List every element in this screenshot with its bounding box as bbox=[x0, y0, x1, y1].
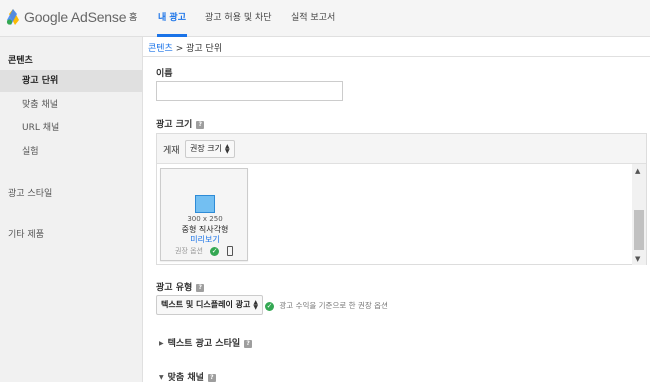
help-icon[interactable]: ? bbox=[196, 120, 205, 129]
help-icon[interactable]: ? bbox=[244, 339, 253, 348]
breadcrumb-link-content[interactable]: 콘텐츠 bbox=[148, 44, 173, 54]
text-ad-style-toggle[interactable]: ▶ 텍스트 광고 스타일? bbox=[159, 336, 253, 349]
sidebar-item-custom-channels[interactable]: 맞춤 채널 bbox=[0, 94, 143, 116]
breadcrumb-divider bbox=[143, 56, 650, 57]
tab-home[interactable]: 홈 bbox=[129, 0, 137, 37]
check-circle-icon: ✓ bbox=[210, 246, 220, 256]
name-label: 이름 bbox=[156, 69, 173, 79]
ad-size-label-text: 광고 크기 bbox=[156, 120, 193, 130]
top-navigation-bar: Google AdSense 홈 내 광고 광고 허용 및 차단 실적 보고서 bbox=[0, 0, 650, 37]
recommended-label: 권장 옵션 bbox=[175, 247, 203, 255]
tab-allow-block-ads[interactable]: 광고 허용 및 차단 bbox=[205, 0, 272, 37]
chevron-up-icon[interactable]: ▲ bbox=[635, 167, 640, 175]
placement-label: 게재 bbox=[163, 146, 180, 156]
preview-link[interactable]: 미리보기 bbox=[161, 234, 249, 245]
ad-size-scrollbar[interactable]: ▲ ▼ bbox=[632, 164, 646, 265]
ad-type-select[interactable]: 텍스트 및 디스플레이 광고 ▲ ▼ bbox=[156, 295, 263, 315]
help-icon[interactable]: ? bbox=[196, 283, 205, 292]
recommended-row: 권장 옵션 ✓ bbox=[161, 246, 249, 256]
sidebar-item-url-channels[interactable]: URL 채널 bbox=[0, 117, 143, 139]
app-title: Google AdSense bbox=[24, 9, 127, 25]
ad-type-label-text: 광고 유형 bbox=[156, 283, 193, 293]
sidebar-item-other-products[interactable]: 기타 제품 bbox=[8, 227, 44, 240]
triangle-down-icon: ▼ bbox=[159, 374, 164, 381]
text-ad-style-label: 텍스트 광고 스타일 bbox=[167, 339, 241, 349]
ad-size-card-medium-rectangle[interactable]: 300 x 250 중형 직사각형 미리보기 권장 옵션 ✓ bbox=[160, 168, 248, 261]
breadcrumb-current: 광고 단위 bbox=[186, 44, 223, 54]
triangle-right-icon: ▶ bbox=[159, 340, 164, 347]
size-filter-value: 권장 크기 bbox=[190, 144, 222, 153]
sidebar-item-ad-style[interactable]: 광고 스타일 bbox=[8, 186, 52, 199]
scrollbar-thumb[interactable] bbox=[634, 210, 644, 250]
custom-channels-toggle[interactable]: ▼ 맞춤 채널? bbox=[159, 370, 216, 383]
name-input[interactable] bbox=[156, 81, 343, 101]
tab-performance-reports[interactable]: 실적 보고서 bbox=[291, 0, 335, 37]
size-filter-select[interactable]: 권장 크기 ▲ ▼ bbox=[185, 140, 235, 158]
select-arrows-icon: ▲ ▼ bbox=[224, 142, 230, 155]
adsense-logo[interactable]: Google AdSense bbox=[6, 7, 126, 27]
tab-my-ads[interactable]: 내 광고 bbox=[157, 0, 187, 37]
ad-size-dimensions: 300 x 250 bbox=[187, 215, 223, 223]
sidebar-item-experiments[interactable]: 실험 bbox=[0, 141, 143, 163]
chevron-down-icon[interactable]: ▼ bbox=[635, 255, 640, 263]
main-content: 콘텐츠 > 광고 단위 이름 광고 크기? 게재 권장 크기 ▲ ▼ 300 x 2… bbox=[143, 37, 650, 383]
breadcrumb-separator: > bbox=[175, 44, 184, 54]
check-circle-icon: ✓ bbox=[265, 301, 274, 311]
sidebar: 콘텐츠 광고 단위 맞춤 채널 URL 채널 실험 광고 스타일 기타 제품 bbox=[0, 37, 143, 382]
ad-size-panel: 게재 권장 크기 ▲ ▼ 300 x 250 중형 직사각형 미리보기 권장 옵션 … bbox=[156, 133, 647, 265]
ad-size-label: 광고 크기? bbox=[156, 117, 205, 130]
adsense-logo-icon bbox=[6, 8, 20, 26]
ad-type-value: 텍스트 및 디스플레이 광고 bbox=[161, 300, 251, 309]
sidebar-heading-content: 콘텐츠 bbox=[8, 56, 33, 66]
sidebar-item-ad-units[interactable]: 광고 단위 bbox=[0, 70, 143, 92]
breadcrumb: 콘텐츠 > 광고 단위 bbox=[148, 41, 222, 54]
ad-size-preview-shape bbox=[195, 195, 215, 213]
ad-type-hint-text: 광고 수익을 기준으로 한 권장 옵션 bbox=[279, 301, 388, 310]
ad-type-label: 광고 유형? bbox=[156, 280, 205, 293]
mobile-icon bbox=[227, 246, 234, 256]
ad-type-hint: ✓ 광고 수익을 기준으로 한 권장 옵션 bbox=[265, 300, 388, 311]
ad-size-panel-header: 게재 권장 크기 ▲ ▼ bbox=[157, 134, 646, 164]
help-icon[interactable]: ? bbox=[207, 373, 216, 382]
select-arrows-icon: ▲ ▼ bbox=[253, 298, 258, 311]
